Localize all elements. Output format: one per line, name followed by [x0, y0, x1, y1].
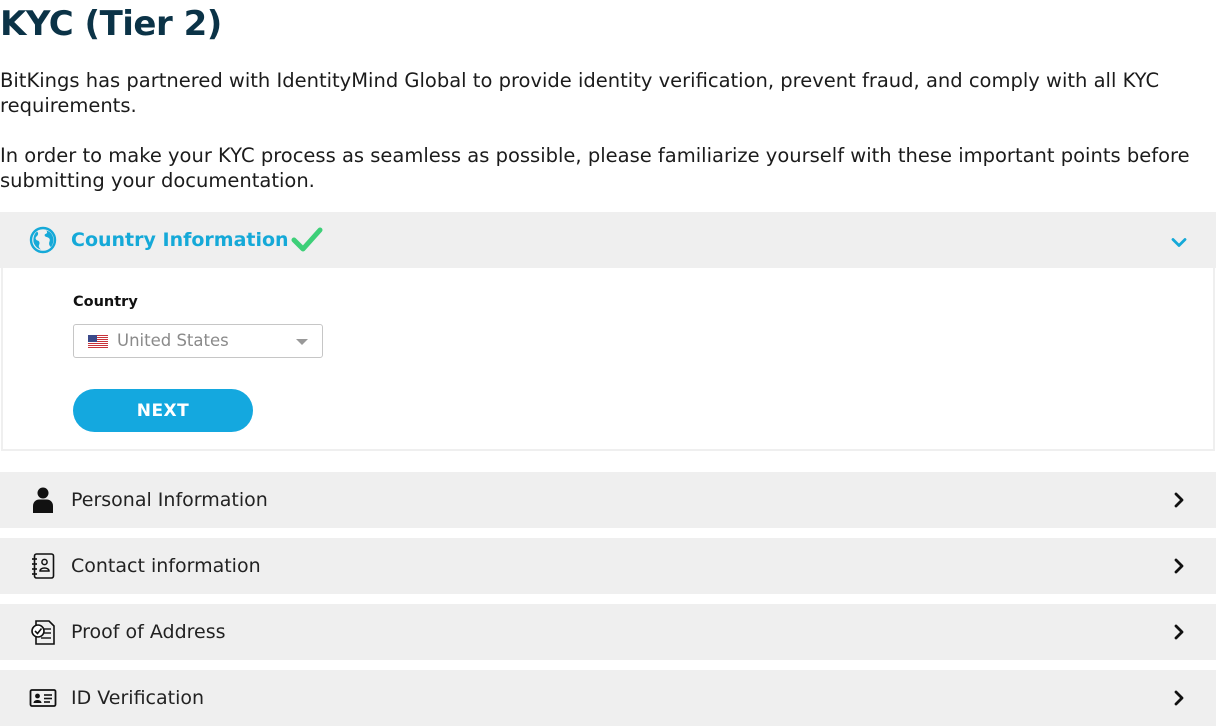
- id-verification-title: ID Verification: [71, 687, 205, 709]
- intro-paragraph-instructions: In order to make your KYC process as sea…: [0, 144, 1190, 192]
- chevron-right-icon[interactable]: [1170, 557, 1188, 575]
- dropdown-caret-icon: [296, 339, 308, 345]
- contact-information-title: Contact information: [71, 555, 261, 577]
- kyc-page: KYC (Tier 2) BitKings has partnered with…: [0, 0, 1216, 726]
- country-information-panel: Country United States NEXT: [1, 268, 1215, 451]
- contact-information-header[interactable]: Contact information: [0, 538, 1216, 594]
- us-flag-icon: [88, 335, 108, 348]
- personal-information-title: Personal Information: [71, 489, 268, 511]
- proof-of-address-header[interactable]: Proof of Address: [0, 604, 1216, 660]
- country-field-label: Country: [73, 294, 138, 310]
- chevron-right-icon[interactable]: [1170, 689, 1188, 707]
- chevron-down-icon[interactable]: [1170, 234, 1188, 252]
- country-information-header[interactable]: Country Information: [0, 212, 1216, 268]
- checkmark-icon: [291, 227, 323, 252]
- id-card-icon: [29, 689, 57, 707]
- proof-of-address-title: Proof of Address: [71, 621, 226, 643]
- id-verification-header[interactable]: ID Verification: [0, 670, 1216, 726]
- address-book-icon: [32, 553, 55, 579]
- next-button[interactable]: NEXT: [73, 389, 253, 432]
- country-select-value: United States: [117, 331, 229, 350]
- intro-paragraph-partnership: BitKings has partnered with IdentityMind…: [0, 69, 1160, 117]
- page-title: KYC (Tier 2): [0, 4, 222, 44]
- chevron-right-icon[interactable]: [1170, 623, 1188, 641]
- country-information-title: Country Information: [71, 229, 289, 251]
- globe-icon: [29, 226, 57, 254]
- personal-information-header[interactable]: Personal Information: [0, 472, 1216, 528]
- person-icon: [33, 487, 53, 513]
- chevron-right-icon[interactable]: [1170, 491, 1188, 509]
- country-select[interactable]: United States: [73, 324, 323, 358]
- certificate-document-icon: [31, 620, 55, 645]
